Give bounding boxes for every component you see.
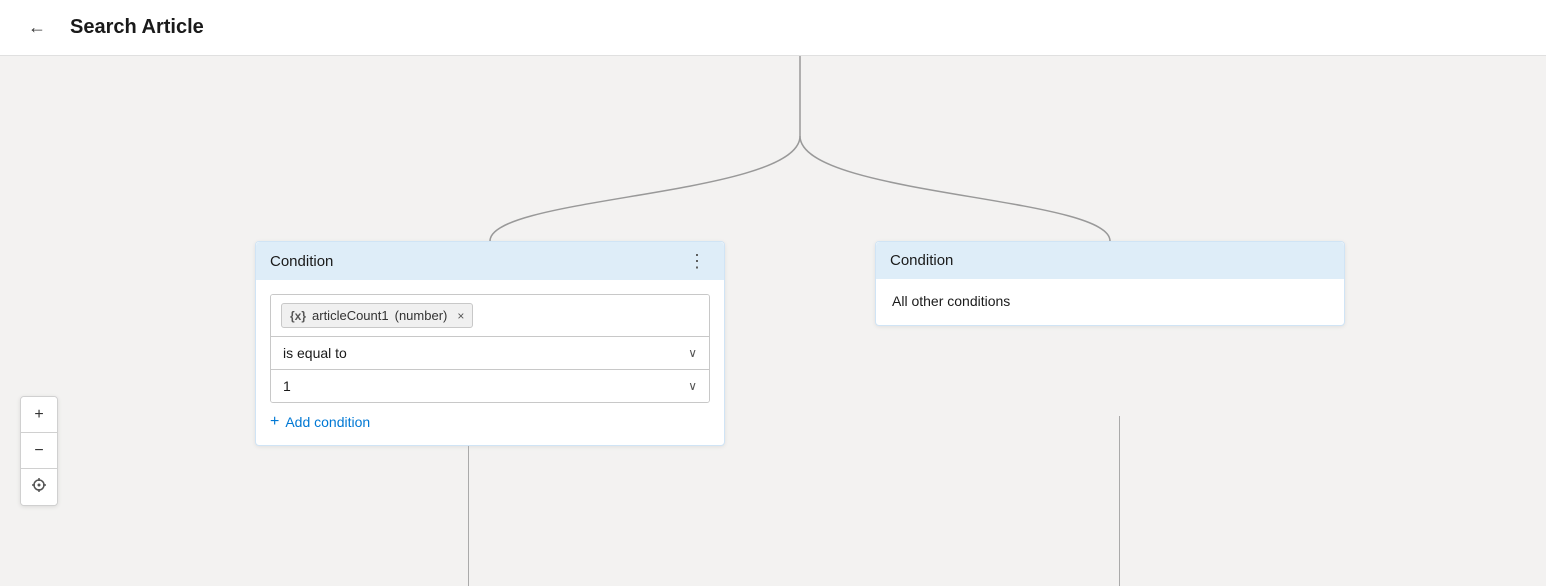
condition-row-container: {x} articleCount1 (number) × is equal to… (270, 294, 710, 403)
add-condition-label: Add condition (285, 414, 370, 430)
value-dropdown[interactable]: 1 ∨ (271, 370, 709, 402)
add-condition-button[interactable]: + Add condition (270, 403, 370, 431)
condition-card-left: Condition ⋮ {x} articleCount1 (number) ×… (255, 241, 725, 446)
curly-braces-icon: {x} (290, 309, 306, 323)
remove-variable-button[interactable]: × (457, 309, 464, 323)
value-label: 1 (283, 378, 291, 394)
zoom-out-icon: − (34, 442, 43, 460)
condition-header-left: Condition ⋮ (256, 242, 724, 280)
branch-line-right (1119, 416, 1120, 586)
condition-title-right: Condition (890, 252, 953, 269)
condition-body-left: {x} articleCount1 (number) × is equal to… (256, 280, 724, 445)
variable-name: articleCount1 (312, 308, 389, 323)
zoom-out-button[interactable]: − (21, 433, 57, 469)
page-title: Search Article (70, 16, 204, 39)
zoom-in-icon: + (34, 406, 43, 424)
variable-chip-row: {x} articleCount1 (number) × (271, 295, 709, 337)
variable-type: (number) (395, 308, 448, 323)
branch-line-left (468, 446, 469, 586)
center-icon (31, 477, 47, 498)
operator-dropdown[interactable]: is equal to ∨ (271, 337, 709, 370)
back-button[interactable]: ← (20, 13, 54, 42)
variable-chip: {x} articleCount1 (number) × (281, 303, 473, 328)
operator-label: is equal to (283, 345, 347, 361)
operator-chevron-icon: ∨ (688, 346, 697, 360)
other-conditions-text: All other conditions (892, 293, 1010, 309)
condition-body-right: All other conditions (876, 279, 1344, 325)
condition-title-left: Condition (270, 253, 333, 270)
app-header: ← Search Article (0, 0, 1546, 56)
zoom-controls: + − (20, 396, 58, 506)
zoom-in-button[interactable]: + (21, 397, 57, 433)
plus-icon: + (270, 413, 279, 431)
zoom-center-button[interactable] (21, 469, 57, 505)
condition-menu-button-left[interactable]: ⋮ (684, 252, 710, 270)
condition-card-right: Condition All other conditions (875, 241, 1345, 326)
value-chevron-icon: ∨ (688, 379, 697, 393)
canvas-area: Condition ⋮ {x} articleCount1 (number) ×… (0, 56, 1546, 586)
condition-header-right: Condition (876, 242, 1344, 279)
